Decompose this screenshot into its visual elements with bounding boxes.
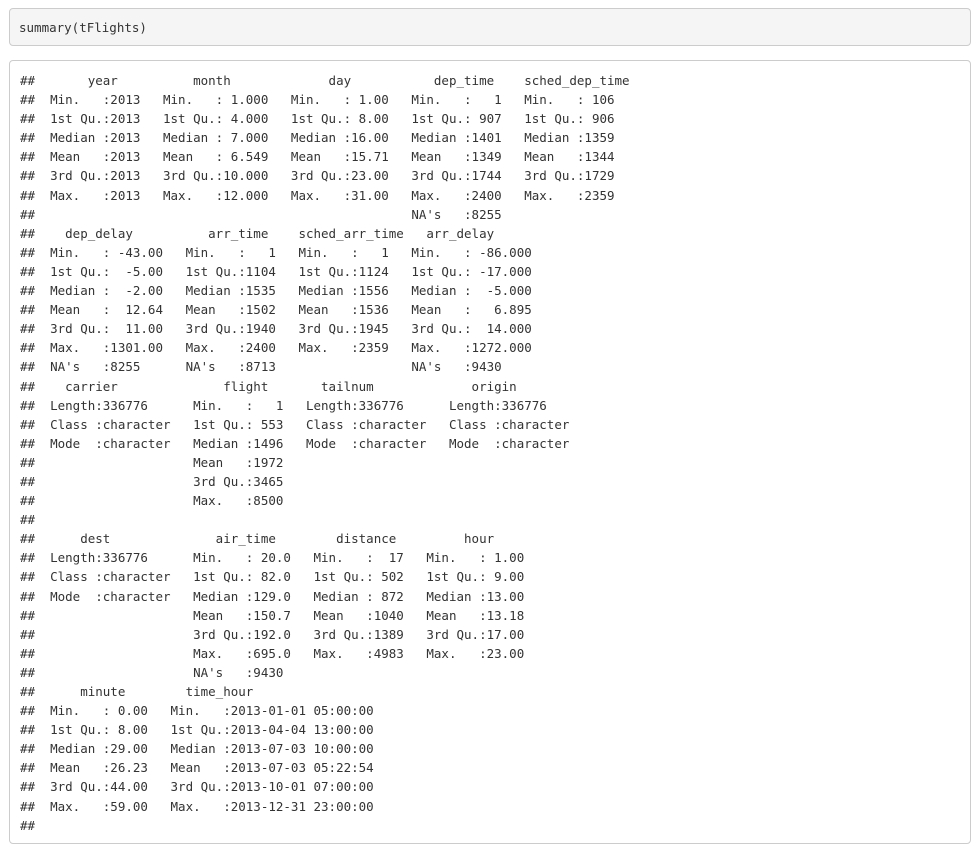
output-line: ## 3rd Qu.:192.0 3rd Qu.:1389 3rd Qu.:17…	[20, 626, 540, 642]
output-line: ## Max. :8500	[20, 493, 585, 509]
output-line: ## Max. :1301.00 Max. :2400 Max. :2359 M…	[20, 340, 547, 356]
output-line: ## Min. : 0.00 Min. :2013-01-01 05:00:00	[20, 703, 389, 719]
output-line: ## Mean :1972	[20, 454, 585, 470]
output-line: ## Median :2013 Median : 7.000 Median :1…	[20, 130, 630, 146]
output-line: ## 1st Qu.: 8.00 1st Qu.:2013-04-04 13:0…	[20, 722, 389, 738]
output-line: ## 1st Qu.: -5.00 1st Qu.:1104 1st Qu.:1…	[20, 263, 547, 279]
output-line: ## NA's :9430	[20, 664, 540, 680]
output-line: ## Max. :59.00 Max. :2013-12-31 23:00:00	[20, 798, 389, 814]
output-line: ## Min. :2013 Min. : 1.000 Min. : 1.00 M…	[20, 92, 630, 108]
output-line: ## Max. :695.0 Max. :4983 Max. :23.00	[20, 645, 540, 661]
output-line: ## 3rd Qu.:3465	[20, 473, 585, 489]
output-line: ## Class :character 1st Qu.: 82.0 1st Qu…	[20, 569, 540, 585]
output-line: ## Median :29.00 Median :2013-07-03 10:0…	[20, 741, 389, 757]
output-line: ## Median : -2.00 Median :1535 Median :1…	[20, 283, 547, 299]
output-line: ## Max. :2013 Max. :12.000 Max. :31.00 M…	[20, 187, 630, 203]
output-line: ## Mean : 12.64 Mean :1502 Mean :1536 Me…	[20, 302, 547, 318]
code-output-block: ## year month day dep_time sched_dep_tim…	[9, 60, 971, 844]
output-line: ##	[20, 512, 585, 528]
output-line: ## Mean :26.23 Mean :2013-07-03 05:22:54	[20, 760, 389, 776]
output-line: ## Length:336776 Min. : 1 Length:336776 …	[20, 397, 585, 413]
output-line: ## carrier flight tailnum origin	[20, 378, 585, 394]
output-line: ## Length:336776 Min. : 20.0 Min. : 17 M…	[20, 550, 540, 566]
output-line: ## Mode :character Median :129.0 Median …	[20, 588, 540, 604]
output-line: ## Class :character 1st Qu.: 553 Class :…	[20, 416, 585, 432]
output-line: ## NA's :8255	[20, 206, 630, 222]
output-line: ## 3rd Qu.:2013 3rd Qu.:10.000 3rd Qu.:2…	[20, 168, 630, 184]
code-input-block[interactable]: summary(tFlights)	[9, 8, 971, 46]
output-line: ## dep_delay arr_time sched_arr_time arr…	[20, 225, 547, 241]
output-line: ## 3rd Qu.: 11.00 3rd Qu.:1940 3rd Qu.:1…	[20, 321, 547, 337]
output-line: ## Mean :2013 Mean : 6.549 Mean :15.71 M…	[20, 149, 630, 165]
output-line: ## 1st Qu.:2013 1st Qu.: 4.000 1st Qu.: …	[20, 111, 630, 127]
output-line: ## NA's :8255 NA's :8713 NA's :9430	[20, 359, 547, 375]
output-line: ## minute time_hour	[20, 684, 389, 699]
output-line: ## Mode :character Median :1496 Mode :ch…	[20, 435, 585, 451]
output-line: ## 3rd Qu.:44.00 3rd Qu.:2013-10-01 07:0…	[20, 779, 389, 795]
output-line: ##	[20, 817, 36, 833]
output-line: ## year month day dep_time sched_dep_tim…	[20, 73, 630, 88]
output-line: ## Mean :150.7 Mean :1040 Mean :13.18	[20, 607, 540, 623]
output-line: ## Min. : -43.00 Min. : 1 Min. : 1 Min. …	[20, 244, 547, 260]
output-line: ## dest air_time distance hour	[20, 531, 547, 547]
